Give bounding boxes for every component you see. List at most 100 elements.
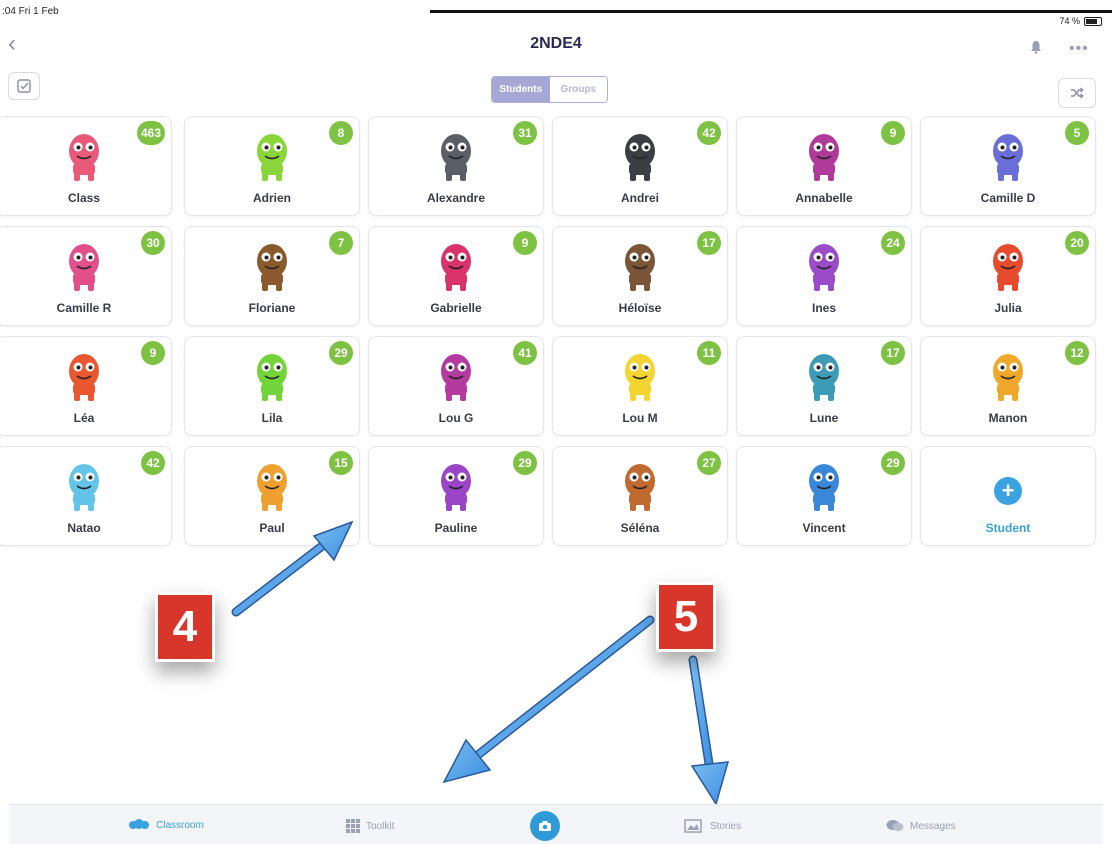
bottom-tab-bar: Classroom Toolkit Stories Messages: [10, 804, 1102, 844]
student-card[interactable]: 15 Paul: [184, 446, 360, 546]
student-card[interactable]: 8 Adrien: [184, 116, 360, 216]
student-name: Natao: [67, 521, 101, 535]
monster-avatar-icon: [257, 244, 287, 291]
student-card[interactable]: 29 Pauline: [368, 446, 544, 546]
student-card[interactable]: 42 Natao: [0, 446, 172, 546]
add-student-button[interactable]: + Student: [920, 446, 1096, 546]
student-card[interactable]: 7 Floriane: [184, 226, 360, 326]
student-name: Héloïse: [618, 301, 662, 315]
class-card[interactable]: 463 Class: [0, 116, 172, 216]
bell-icon[interactable]: [1030, 40, 1042, 54]
monster-avatar-icon: [257, 134, 287, 181]
points-badge: 17: [881, 341, 905, 365]
tab-students[interactable]: Students: [492, 77, 550, 102]
student-name: Manon: [988, 411, 1028, 425]
tab-groups[interactable]: Groups: [549, 77, 607, 102]
points-badge: 9: [513, 231, 537, 255]
student-name: Alexandre: [426, 191, 486, 205]
student-name: Ines: [811, 301, 836, 315]
student-card[interactable]: 9 Annabelle: [736, 116, 912, 216]
student-name: Lune: [809, 411, 839, 425]
student-card[interactable]: 42 Andrei: [552, 116, 728, 216]
student-name: Camille R: [56, 301, 112, 315]
monster-avatar-icon: [69, 464, 99, 511]
tab-messages-label: Messages: [910, 820, 956, 832]
points-badge: 41: [513, 341, 537, 365]
student-card[interactable]: 24 Ines: [736, 226, 912, 326]
student-card[interactable]: 9 Gabrielle: [368, 226, 544, 326]
battery-percent: 74 %: [1059, 16, 1080, 26]
points-badge: 11: [697, 341, 721, 365]
annotation-5: 5: [656, 582, 716, 652]
arrow-to-stories: [688, 655, 730, 806]
student-card[interactable]: 41 Lou G: [368, 336, 544, 436]
monster-avatar-icon: [993, 244, 1023, 291]
student-name: Andrei: [620, 191, 659, 205]
classroom-icon: [129, 819, 149, 829]
student-card[interactable]: 9 Léa: [0, 336, 172, 436]
points-badge: 7: [329, 231, 353, 255]
student-card[interactable]: 17 Lune: [736, 336, 912, 436]
tab-stories-label: Stories: [710, 820, 742, 832]
monster-avatar-icon: [625, 244, 655, 291]
monster-avatar-icon: [625, 354, 655, 401]
camera-button[interactable]: [530, 811, 560, 841]
student-card[interactable]: 30 Camille R: [0, 226, 172, 326]
tab-classroom[interactable]: Classroom: [128, 819, 204, 831]
points-badge: 8: [329, 121, 353, 145]
student-name: Vincent: [802, 521, 846, 535]
page-title: 2NDE4: [530, 35, 582, 52]
student-card[interactable]: 29 Lila: [184, 336, 360, 436]
tab-stories[interactable]: Stories: [684, 819, 741, 833]
tab-messages[interactable]: Messages: [886, 819, 956, 833]
student-card[interactable]: 12 Manon: [920, 336, 1096, 436]
monster-avatar-icon: [441, 134, 471, 181]
student-card[interactable]: 29 Vincent: [736, 446, 912, 546]
points-badge: 15: [329, 451, 353, 475]
student-name: Floriane: [248, 301, 296, 315]
student-card[interactable]: 27 Séléna: [552, 446, 728, 546]
monster-avatar-icon: [809, 134, 839, 181]
tab-classroom-label: Classroom: [156, 819, 204, 831]
checkbox-icon: [17, 79, 31, 93]
monster-avatar-icon: [69, 354, 99, 401]
monster-avatar-icon: [809, 464, 839, 511]
monster-avatar-icon: [441, 354, 471, 401]
points-badge: 5: [1065, 121, 1089, 145]
student-name: Julia: [994, 301, 1022, 315]
monster-avatar-icon: [809, 244, 839, 291]
monster-avatar-icon: [625, 134, 655, 181]
annotation-4: 4: [155, 592, 215, 662]
points-badge: 463: [136, 121, 165, 145]
points-badge: 29: [329, 341, 353, 365]
student-card[interactable]: 5 Camille D: [920, 116, 1096, 216]
battery-icon: [1084, 16, 1102, 26]
random-picker-button[interactable]: [1058, 78, 1096, 108]
messages-icon: [886, 820, 904, 832]
student-card[interactable]: 31 Alexandre: [368, 116, 544, 216]
student-grid: 463 Class 8 Adrien 31 Alexandre 42 Andrei 9 Annab…: [0, 116, 1100, 556]
student-name: Pauline: [434, 521, 478, 535]
camera-icon: [539, 821, 551, 831]
student-card[interactable]: 20 Julia: [920, 226, 1096, 326]
student-card[interactable]: 17 Héloïse: [552, 226, 728, 326]
select-multiple-button[interactable]: [8, 72, 40, 100]
monster-avatar-icon: [809, 354, 839, 401]
student-name: Léa: [73, 411, 95, 425]
stories-icon: [684, 819, 702, 833]
monster-avatar-icon: [441, 244, 471, 291]
status-time: :04 Fri 1 Feb: [2, 6, 59, 17]
student-name: Séléna: [620, 521, 660, 535]
points-badge: 31: [513, 121, 537, 145]
student-card[interactable]: 11 Lou M: [552, 336, 728, 436]
tab-toolkit[interactable]: Toolkit: [346, 819, 394, 833]
points-badge: 29: [513, 451, 537, 475]
monster-avatar-icon: [257, 354, 287, 401]
points-badge: 42: [697, 121, 721, 145]
student-name: Lou G: [438, 411, 474, 425]
student-name: Lou M: [622, 411, 658, 425]
status-right: 74 %: [1059, 16, 1102, 26]
more-options-icon[interactable]: •••: [1069, 40, 1089, 58]
student-name: Adrien: [252, 191, 291, 205]
student-name: Lila: [261, 411, 283, 425]
